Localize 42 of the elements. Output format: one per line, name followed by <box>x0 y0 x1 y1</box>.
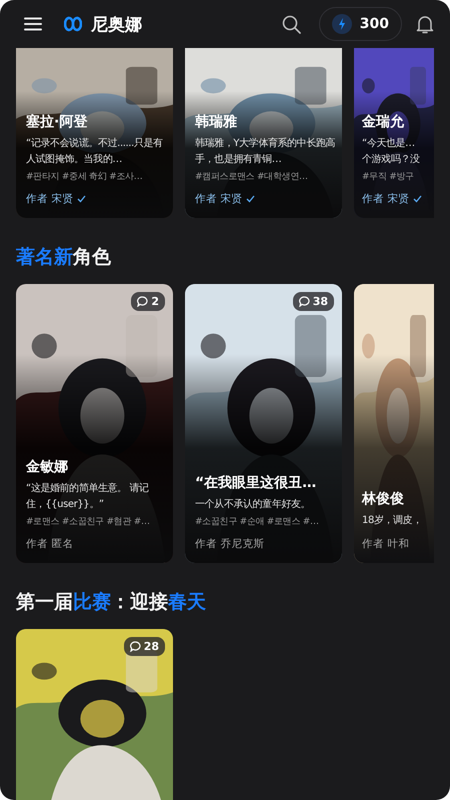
tag-list: #판타지 #중세 奇幻 #조사… <box>26 170 167 184</box>
comment-icon <box>137 296 148 307</box>
tag-list: #로맨스 #소꿉친구 #혐관 #… <box>26 515 167 529</box>
character-description: 一个从不承认的童年好友。 <box>195 498 312 512</box>
section-title: 著名新角色 <box>16 245 112 270</box>
character-name: 金敏娜 <box>26 458 69 476</box>
character-card[interactable]: 28 <box>16 629 173 800</box>
author-name: 作者 宋贤 <box>195 192 242 206</box>
character-name: 林俊俊 <box>362 490 405 508</box>
tag-list: #무직 #방구 <box>362 170 434 184</box>
lightning-icon <box>332 14 352 34</box>
logo-text: 尼奥娜 <box>91 14 142 36</box>
check-icon <box>413 195 422 203</box>
search-icon[interactable] <box>282 14 301 34</box>
credits-button[interactable]: 300 <box>318 7 402 41</box>
comment-icon <box>130 641 141 652</box>
comment-count: 2 <box>131 292 165 311</box>
character-name: 塞拉·阿登 <box>26 113 88 131</box>
character-description: 18岁，调皮， <box>362 514 423 528</box>
bell-icon[interactable] <box>416 14 434 34</box>
comment-count: 28 <box>124 637 165 656</box>
character-name: “在我眼里这很丑… <box>195 474 318 492</box>
author-name: 作者 匿名 <box>26 537 74 551</box>
menu-icon[interactable] <box>24 17 42 31</box>
tag-list: #소꿉친구 #순애 #로맨스 #… <box>195 515 336 529</box>
logo-icon <box>64 16 82 32</box>
comment-icon <box>298 296 310 307</box>
character-description: 韩瑞雅，Y大学体育系的中长跑高手，也是拥有青铜… <box>195 136 336 167</box>
character-name: 韩瑞雅 <box>195 113 238 131</box>
author-name: 作者 叶和 <box>362 537 410 551</box>
comment-count: 38 <box>292 292 334 311</box>
check-icon <box>246 195 256 203</box>
tag-list: #캠퍼스로맨스 #대학생연… <box>195 170 336 184</box>
author-name: 作者 宋贤 <box>362 192 410 206</box>
character-description: “今天也是… 个游戏吗？没 <box>362 136 421 167</box>
character-description: “记录不会说谎。不过......只是有人试图掩饰。当我的… <box>26 136 164 167</box>
author-name: 作者 乔尼克斯 <box>195 537 264 551</box>
character-name: 金瑞允 <box>362 113 405 131</box>
check-icon <box>77 195 86 203</box>
author-name: 作者 宋贤 <box>26 192 74 206</box>
character-description: “这是婚前的简单生意。 请记住，{{user}}。” <box>26 482 150 512</box>
section-title: 第一届比赛：迎接春天 <box>16 590 207 615</box>
